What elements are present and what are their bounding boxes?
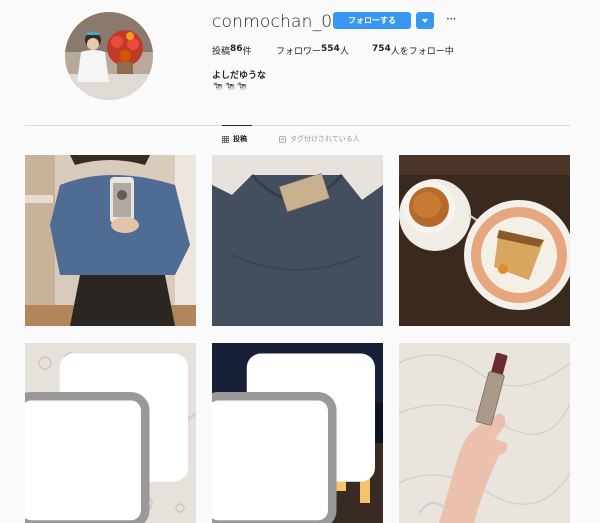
profile-stats: 投稿 86 件 フォロワー 554 人 754 人をフォロー中 [212,44,454,57]
tab-posts[interactable]: 投稿 [222,134,247,144]
tab-tagged[interactable]: タグ付けされている人 [279,134,360,144]
post-thumbnail[interactable] [25,155,196,326]
more-options-button[interactable]: ··· [443,12,459,29]
tabs-divider [25,125,570,126]
suggestions-dropdown-button[interactable] [416,12,434,29]
avatar-photo [65,12,153,100]
post-thumbnail[interactable] [212,155,383,326]
posts-stat-label: 投稿 [212,47,231,57]
post-image-mirror-selfie [25,155,196,326]
chevron-down-icon [422,18,428,23]
tagged-icon [279,135,286,143]
following-count: 754 [372,44,391,54]
active-tab-indicator [222,125,252,126]
post-image-lipstick-hand [399,343,570,523]
profile-avatar[interactable] [65,12,153,100]
followers-stat-label: フォロワー [276,47,322,57]
post-thumbnail[interactable] [399,343,570,523]
followers-count: 554 [321,44,340,54]
post-image-tea-and-cake [399,155,570,326]
tab-posts-label: 投稿 [233,135,247,143]
posts-stat: 投稿 86 件 [212,44,276,57]
tab-tagged-label: タグ付けされている人 [290,135,360,143]
profile-bio: 🐄🐄🐄 [212,82,249,92]
profile-full-name: よしだゆうな [212,71,267,81]
followers-stat[interactable]: フォロワー 554 人 [276,44,372,57]
grid-icon [222,135,229,143]
posts-stat-suffix: 件 [242,47,252,57]
followers-stat-suffix: 人 [339,47,349,57]
profile-username: conmochan_06 [212,12,344,32]
post-thumbnail[interactable]: Y [25,343,196,523]
multiple-images-icon [25,353,188,523]
post-image-knit-sweater [212,155,383,326]
posts-count: 86 [230,44,243,54]
post-thumbnail[interactable] [212,343,383,523]
multiple-images-icon [212,353,375,523]
profile-tabs: 投稿 タグ付けされている人 [222,134,392,144]
post-thumbnail[interactable] [399,155,570,326]
follow-button[interactable]: フォローする [333,12,411,29]
following-stat-label: 人をフォロー中 [390,47,454,57]
following-stat[interactable]: 754 人をフォロー中 [372,44,454,57]
